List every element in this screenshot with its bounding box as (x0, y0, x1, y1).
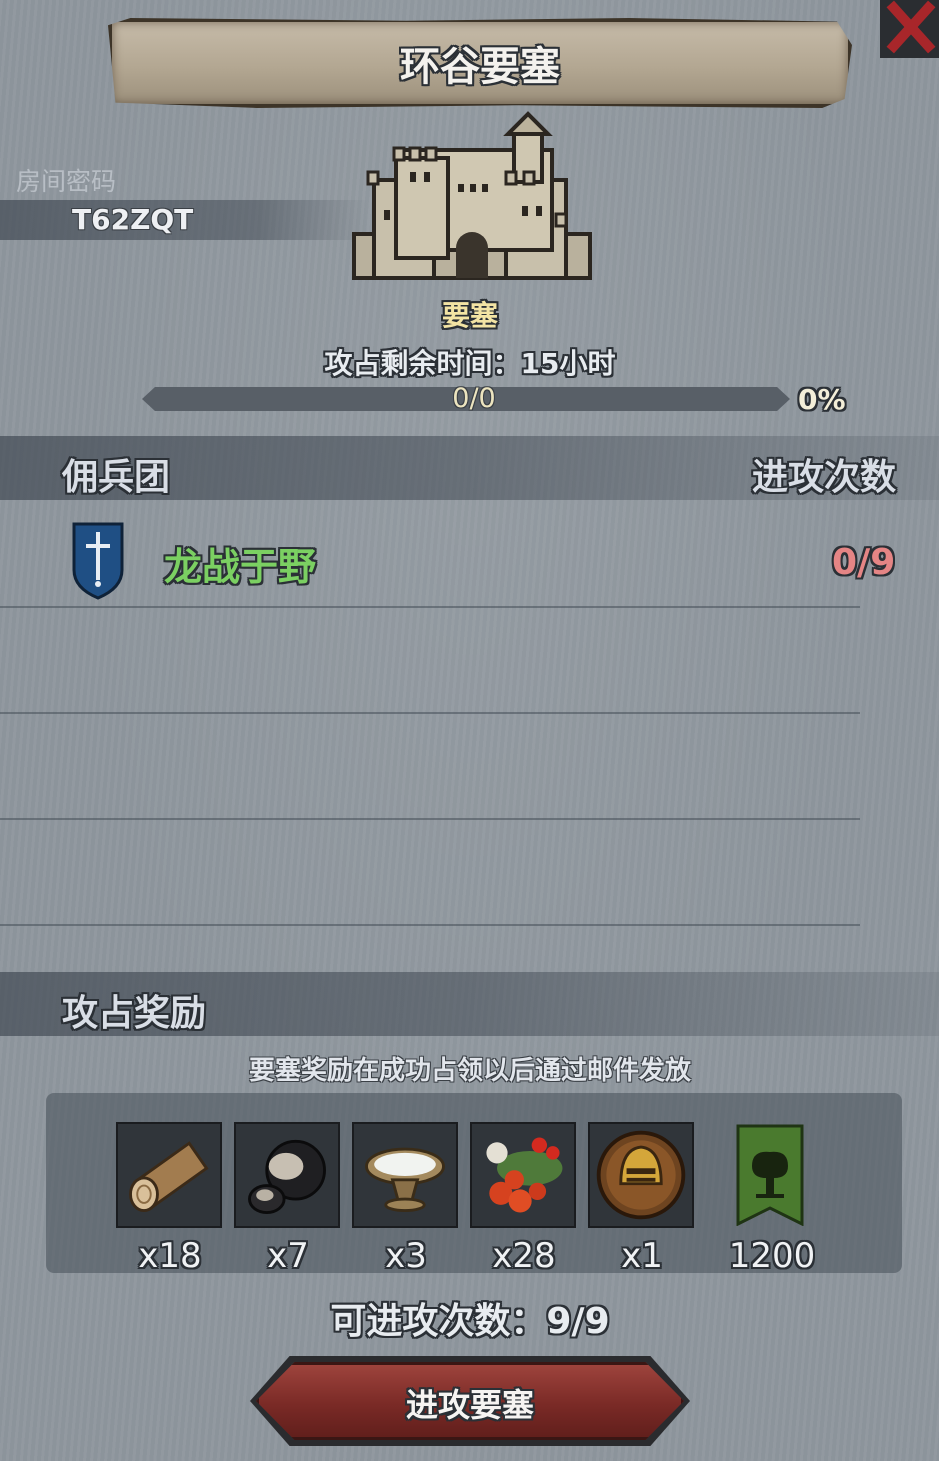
truffle-icon[interactable] (234, 1122, 340, 1228)
row-divider (0, 924, 860, 926)
capture-timer: 攻占剩余时间：15小时 (324, 347, 616, 380)
reward-count: x7 (267, 1236, 309, 1276)
room-code-label: 房间密码 (16, 167, 117, 196)
row-divider (0, 606, 860, 608)
mercenary-header-title: 佣兵团 (62, 457, 171, 498)
guild-banner-icon[interactable] (736, 1124, 804, 1227)
capture-progress-percent: 0% (798, 383, 846, 416)
room-code-value: T62ZQT (72, 203, 194, 236)
rewards-header-title: 攻占奖励 (62, 993, 207, 1034)
mercenary-attack-count: 0/9 (832, 542, 896, 583)
attack-fortress-button-label[interactable]: 进攻要塞 (256, 1380, 684, 1426)
sword-shield-icon (72, 522, 124, 600)
page-title: 环谷要塞 (400, 44, 560, 90)
close-icon[interactable] (880, 0, 939, 58)
knight-helmet-coin-icon[interactable] (588, 1122, 694, 1228)
rewards-note: 要塞奖励在成功占领以后通过邮件发放 (248, 1056, 691, 1086)
reward-count: x18 (138, 1236, 202, 1276)
remaining-attempts: 可进攻次数：9/9 (330, 1301, 610, 1342)
milk-bowl-icon[interactable] (352, 1122, 458, 1228)
reward-count: x28 (492, 1236, 556, 1276)
reward-count: 1200 (728, 1236, 816, 1276)
reward-count: x3 (385, 1236, 427, 1276)
berries-icon[interactable] (470, 1122, 576, 1228)
capture-progress-text: 0/0 (452, 383, 496, 414)
wood-log-icon[interactable] (116, 1122, 222, 1228)
fortress-castle-icon (346, 110, 596, 286)
fortress-type-label: 要塞 (441, 299, 498, 332)
mercenary-name[interactable]: 龙战于野 (164, 536, 316, 591)
reward-count: x1 (621, 1236, 663, 1276)
attack-count-header: 进攻次数 (752, 457, 897, 498)
row-divider (0, 818, 860, 820)
row-divider (0, 712, 860, 714)
